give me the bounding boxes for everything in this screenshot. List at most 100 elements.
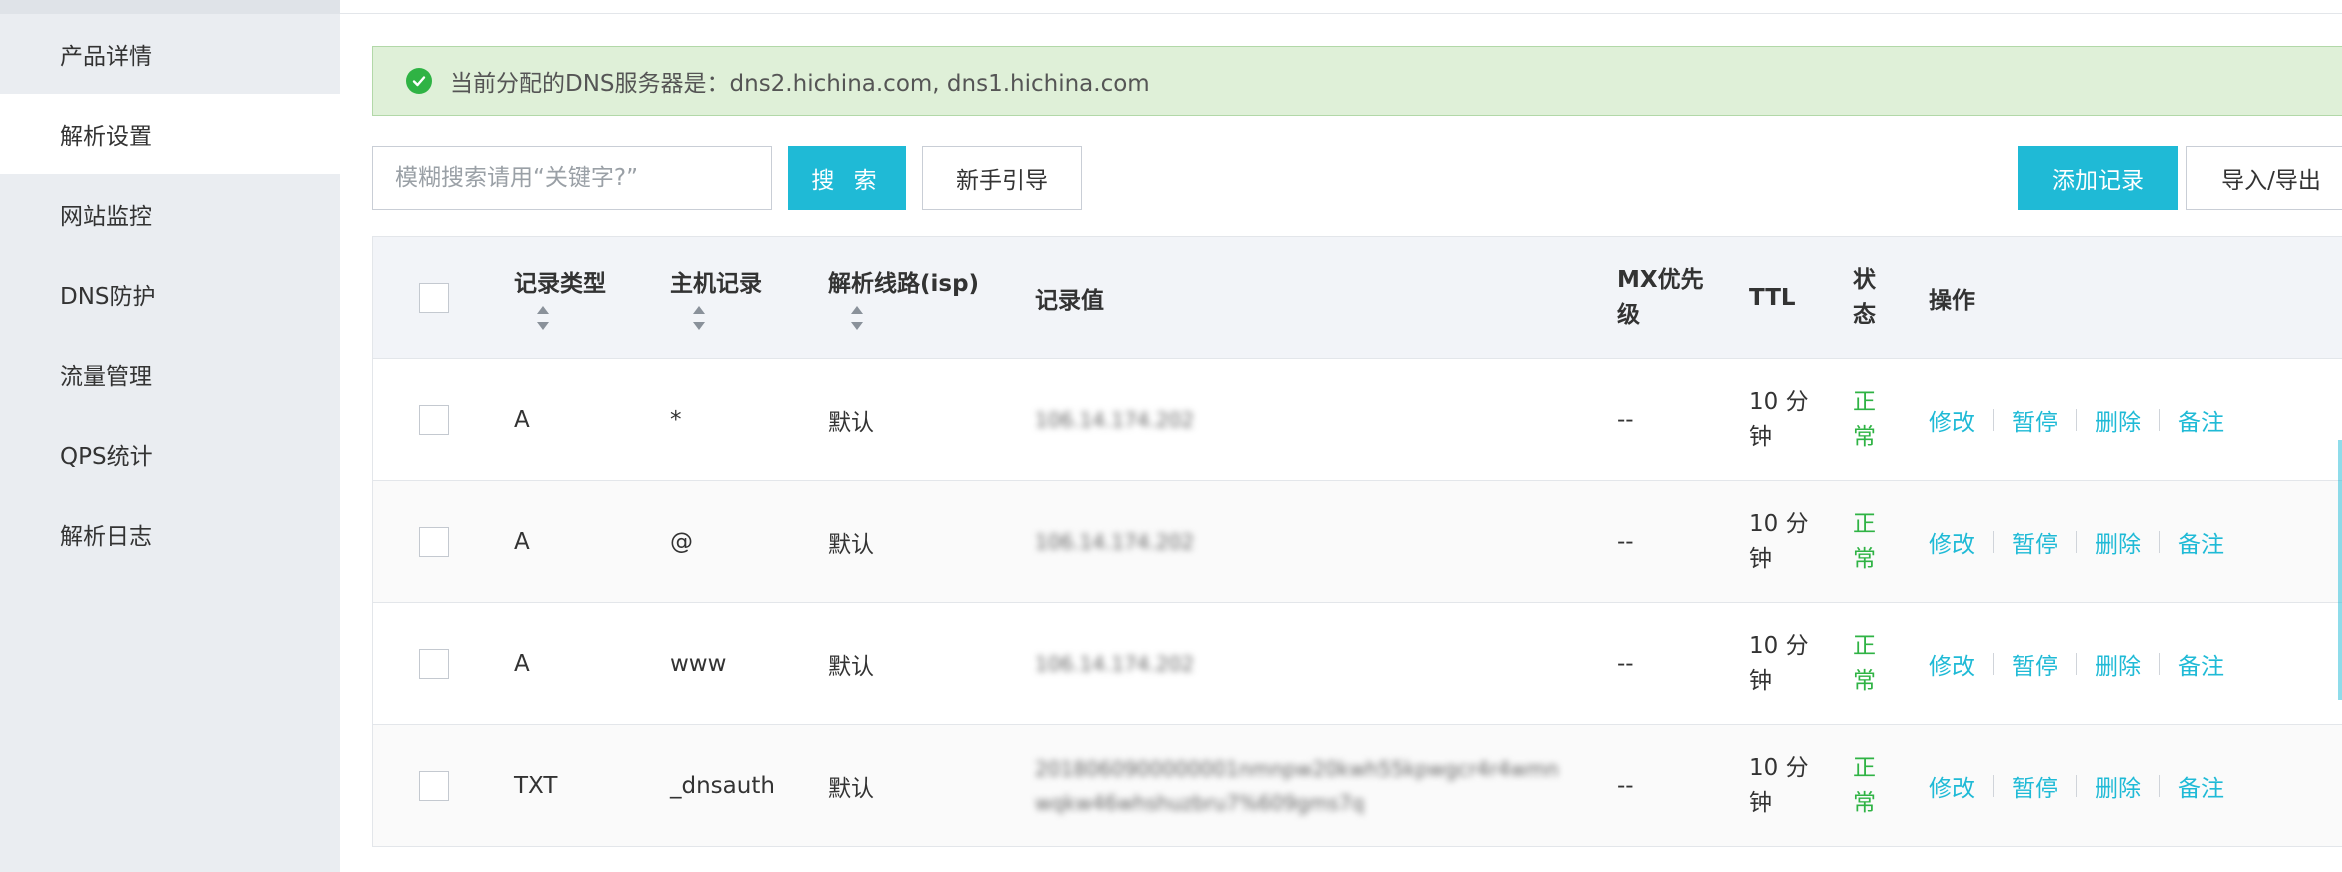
cell-record-value: 2018060900000001nmnpw20kwh55kpwgcr4r4wmn… [1035, 756, 1559, 815]
op-divider [1993, 530, 1994, 553]
cell-mx-priority: -- [1617, 528, 1634, 555]
sort-icon[interactable] [692, 304, 706, 332]
header-resolve-line-label: 解析线路(isp) [828, 270, 980, 297]
select-all-checkbox[interactable] [419, 282, 449, 313]
search-button[interactable]: 搜 索 [788, 146, 906, 210]
table-row: A www 默认 106.14.174.202 -- 10 分钟 正常 修改 暂… [373, 603, 2342, 725]
sidebar-item-dns-logs[interactable]: 解析日志 [0, 494, 340, 574]
pause-link[interactable]: 暂停 [2012, 647, 2058, 681]
header-ttl: TTL [1749, 284, 1796, 311]
note-link[interactable]: 备注 [2178, 403, 2224, 437]
header-host-record[interactable]: 主机记录 [670, 237, 762, 358]
pause-link[interactable]: 暂停 [2012, 525, 2058, 559]
header-record-value: 记录值 [1035, 287, 1104, 314]
cell-record-value: 106.14.174.202 [1035, 407, 1195, 432]
op-divider [2159, 530, 2160, 553]
scrollbar[interactable] [2338, 440, 2342, 700]
cell-mx-priority: -- [1617, 772, 1634, 799]
cell-record-type: A [514, 650, 530, 677]
sidebar-item-dns-settings[interactable]: 解析设置 [0, 94, 340, 174]
cell-record-type: A [514, 528, 530, 555]
cell-ttl: 10 分钟 [1749, 510, 1809, 572]
search-input[interactable] [372, 146, 772, 210]
sidebar-top-strip [0, 0, 340, 14]
sidebar-item-dns-protection[interactable]: DNS防护 [0, 254, 340, 334]
dns-records-table: 记录类型 主机记录 解析线路(isp) 记录值 MX优先级 TTL 状态 操作 … [372, 236, 2342, 847]
cell-host-record: _dnsauth [670, 772, 775, 799]
cell-resolve-line: 默认 [828, 653, 874, 680]
header-host-record-label: 主机记录 [670, 270, 762, 297]
op-divider [2159, 652, 2160, 675]
sidebar-item-traffic-management[interactable]: 流量管理 [0, 334, 340, 414]
cell-ttl: 10 分钟 [1749, 632, 1809, 694]
cell-record-value: 106.14.174.202 [1035, 529, 1195, 554]
row-checkbox[interactable] [419, 770, 449, 801]
sidebar-item-qps-stats[interactable]: QPS统计 [0, 414, 340, 494]
sort-icon[interactable] [536, 304, 550, 332]
top-divider [340, 13, 2342, 14]
header-operations: 操作 [1929, 287, 1975, 314]
cell-ttl: 10 分钟 [1749, 754, 1809, 816]
table-row: A @ 默认 106.14.174.202 -- 10 分钟 正常 修改 暂停 … [373, 481, 2342, 603]
op-divider [2076, 530, 2077, 553]
table-row: A * 默认 106.14.174.202 -- 10 分钟 正常 修改 暂停 … [373, 359, 2342, 481]
row-checkbox[interactable] [419, 648, 449, 679]
op-divider [1993, 774, 1994, 797]
status-badge: 正常 [1853, 388, 1876, 450]
op-divider [2076, 774, 2077, 797]
sidebar: 产品详情 解析设置 网站监控 DNS防护 流量管理 QPS统计 解析日志 [0, 0, 340, 872]
status-badge: 正常 [1853, 510, 1876, 572]
op-divider [2159, 408, 2160, 431]
edit-link[interactable]: 修改 [1929, 525, 1975, 559]
row-checkbox[interactable] [419, 404, 449, 435]
cell-resolve-line: 默认 [828, 775, 874, 802]
guide-button[interactable]: 新手引导 [922, 146, 1082, 210]
edit-link[interactable]: 修改 [1929, 403, 1975, 437]
delete-link[interactable]: 删除 [2095, 769, 2141, 803]
op-divider [2076, 652, 2077, 675]
cell-host-record: @ [670, 528, 693, 555]
note-link[interactable]: 备注 [2178, 647, 2224, 681]
cell-resolve-line: 默认 [828, 409, 874, 436]
header-resolve-line[interactable]: 解析线路(isp) [828, 237, 979, 358]
cell-mx-priority: -- [1617, 406, 1634, 433]
pause-link[interactable]: 暂停 [2012, 403, 2058, 437]
header-record-type[interactable]: 记录类型 [514, 237, 606, 358]
op-divider [1993, 652, 1994, 675]
cell-host-record: * [670, 406, 682, 433]
cell-record-value: 106.14.174.202 [1035, 651, 1195, 676]
sidebar-item-site-monitor[interactable]: 网站监控 [0, 174, 340, 254]
delete-link[interactable]: 删除 [2095, 403, 2141, 437]
header-record-type-label: 记录类型 [514, 270, 606, 297]
check-circle-icon [406, 68, 432, 94]
delete-link[interactable]: 删除 [2095, 647, 2141, 681]
header-mx-priority: MX优先级 [1617, 266, 1704, 328]
pause-link[interactable]: 暂停 [2012, 769, 2058, 803]
op-divider [1993, 408, 1994, 431]
edit-link[interactable]: 修改 [1929, 769, 1975, 803]
add-record-button[interactable]: 添加记录 [2018, 146, 2178, 210]
op-divider [2159, 774, 2160, 797]
status-badge: 正常 [1853, 632, 1876, 694]
cell-record-type: A [514, 406, 530, 433]
sort-icon[interactable] [850, 304, 864, 332]
delete-link[interactable]: 删除 [2095, 525, 2141, 559]
cell-mx-priority: -- [1617, 650, 1634, 677]
notice-text: 当前分配的DNS服务器是：dns2.hichina.com, dns1.hich… [450, 71, 1150, 97]
dns-server-notice: 当前分配的DNS服务器是：dns2.hichina.com, dns1.hich… [372, 46, 2342, 116]
table-header-row: 记录类型 主机记录 解析线路(isp) 记录值 MX优先级 TTL 状态 操作 [373, 237, 2342, 359]
status-badge: 正常 [1853, 754, 1876, 816]
edit-link[interactable]: 修改 [1929, 647, 1975, 681]
note-link[interactable]: 备注 [2178, 525, 2224, 559]
cell-record-type: TXT [514, 772, 558, 799]
note-link[interactable]: 备注 [2178, 769, 2224, 803]
op-divider [2076, 408, 2077, 431]
cell-host-record: www [670, 650, 727, 677]
row-checkbox[interactable] [419, 526, 449, 557]
sidebar-item-product-detail[interactable]: 产品详情 [0, 14, 340, 94]
header-status: 状态 [1853, 266, 1876, 328]
table-row: TXT _dnsauth 默认 2018060900000001nmnpw20k… [373, 725, 2342, 847]
cell-ttl: 10 分钟 [1749, 388, 1809, 450]
cell-resolve-line: 默认 [828, 531, 874, 558]
import-export-button[interactable]: 导入/导出 [2186, 146, 2342, 210]
